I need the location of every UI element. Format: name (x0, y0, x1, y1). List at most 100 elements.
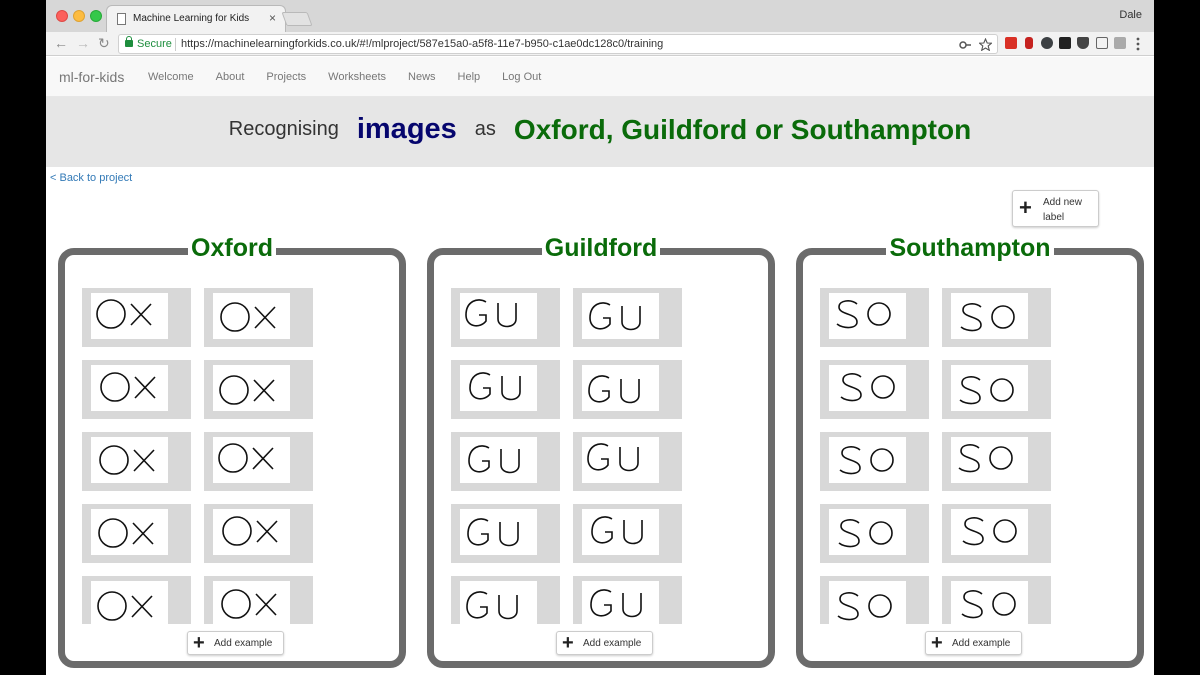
training-example[interactable] (204, 288, 313, 347)
training-example[interactable] (451, 576, 560, 624)
profile-name[interactable]: Dale (1119, 9, 1142, 21)
training-example[interactable] (942, 432, 1051, 491)
back-arrow-icon[interactable]: ← (54, 35, 68, 51)
handwriting-sketch (837, 592, 892, 621)
tab-strip: Machine Learning for Kids × Dale (46, 0, 1154, 32)
plus-icon: + (1019, 195, 1032, 220)
tab-close-icon[interactable]: × (269, 11, 276, 25)
training-example[interactable] (942, 360, 1051, 419)
nav-link-worksheets[interactable]: Worksheets (328, 71, 386, 83)
training-example[interactable] (573, 288, 682, 347)
training-example[interactable] (820, 288, 929, 347)
example-image (460, 509, 537, 555)
training-example[interactable] (820, 360, 929, 419)
example-image (582, 509, 659, 555)
training-example[interactable] (451, 360, 560, 419)
training-example[interactable] (451, 432, 560, 491)
training-example[interactable] (82, 432, 191, 491)
extension-screen-icon[interactable] (1114, 37, 1126, 49)
training-example[interactable] (204, 360, 313, 419)
example-image (91, 509, 168, 555)
training-example[interactable] (82, 288, 191, 347)
new-tab-button[interactable] (281, 12, 313, 26)
training-example[interactable] (82, 504, 191, 563)
add-example-button[interactable]: + Add example (556, 631, 653, 655)
training-example[interactable] (573, 360, 682, 419)
add-example-label: Add example (583, 638, 642, 649)
training-example[interactable] (451, 504, 560, 563)
handwriting-sketch (218, 443, 274, 473)
example-image (951, 293, 1028, 339)
forward-arrow-icon[interactable]: → (76, 35, 90, 51)
nav-link-help[interactable]: Help (458, 71, 481, 83)
secure-label: Secure (137, 38, 172, 50)
back-to-project-link[interactable]: < Back to project (50, 172, 132, 184)
url-text[interactable]: https://machinelearningforkids.co.uk/#!/… (181, 38, 663, 50)
training-example[interactable] (204, 432, 313, 491)
nav-link-logout[interactable]: Log Out (502, 71, 541, 83)
add-new-label-button[interactable]: + Add new label (1012, 190, 1099, 227)
extension-z-icon[interactable] (1059, 37, 1071, 49)
example-image (213, 437, 290, 483)
training-example[interactable] (82, 576, 191, 624)
example-image (460, 581, 537, 624)
nav-link-projects[interactable]: Projects (266, 71, 306, 83)
nav-link-news[interactable]: News (408, 71, 436, 83)
nav-link-about[interactable]: About (216, 71, 245, 83)
reload-icon[interactable]: ↻ (98, 35, 110, 51)
extension-flag-icon[interactable] (1025, 37, 1033, 49)
close-window-button[interactable] (56, 10, 68, 22)
handwriting-sketch (99, 445, 155, 475)
label-title: Oxford (65, 234, 399, 263)
maximize-window-button[interactable] (90, 10, 102, 22)
handwriting-sketch (466, 591, 518, 620)
label-name: Guildford (541, 234, 661, 262)
training-example[interactable] (820, 432, 929, 491)
nav-link-welcome[interactable]: Welcome (148, 71, 194, 83)
extension-pocket-icon[interactable] (1077, 37, 1089, 49)
extension-evernote-icon[interactable] (1041, 37, 1053, 49)
training-example[interactable] (573, 576, 682, 624)
page-title: Recognising images as Oxford, Guildford or … (46, 113, 1154, 146)
training-example[interactable] (451, 288, 560, 347)
training-example[interactable] (204, 504, 313, 563)
example-image (951, 437, 1028, 483)
training-example[interactable] (573, 504, 682, 563)
example-image (829, 293, 906, 339)
lock-icon (125, 36, 133, 47)
address-bar[interactable]: Secure https://machinelearningforkids.co… (118, 34, 998, 54)
handwriting-sketch (961, 590, 1016, 619)
handwriting-sketch (222, 516, 278, 546)
add-example-button[interactable]: + Add example (187, 631, 284, 655)
training-example[interactable] (942, 288, 1051, 347)
example-image (91, 293, 168, 339)
plus-icon: + (562, 632, 574, 654)
example-image (582, 581, 659, 624)
handwriting-sketch (590, 589, 642, 618)
example-image (829, 581, 906, 624)
divider (175, 38, 176, 51)
heading-middle: as (474, 118, 496, 140)
key-icon[interactable] (959, 39, 971, 51)
nav-links: Welcome About Projects Worksheets News H… (148, 71, 541, 83)
extension-red-icon[interactable] (1005, 37, 1017, 49)
brand-link[interactable]: ml-for-kids (59, 69, 124, 85)
training-example[interactable] (573, 432, 682, 491)
cast-icon[interactable] (1096, 37, 1108, 49)
training-example[interactable] (82, 360, 191, 419)
training-example[interactable] (942, 576, 1051, 624)
training-example[interactable] (820, 576, 929, 624)
example-image (582, 365, 659, 411)
handwriting-sketch (98, 518, 154, 548)
training-example[interactable] (820, 504, 929, 563)
label-title: Guildford (434, 234, 768, 263)
example-image (951, 509, 1028, 555)
training-example[interactable] (942, 504, 1051, 563)
minimize-window-button[interactable] (73, 10, 85, 22)
bookmark-star-icon[interactable] (979, 38, 992, 51)
browser-tab[interactable]: Machine Learning for Kids × (106, 5, 286, 32)
chrome-menu-icon[interactable] (1135, 37, 1141, 51)
handwriting-sketch (962, 517, 1017, 546)
add-example-button[interactable]: + Add example (925, 631, 1022, 655)
training-example[interactable] (204, 576, 313, 624)
